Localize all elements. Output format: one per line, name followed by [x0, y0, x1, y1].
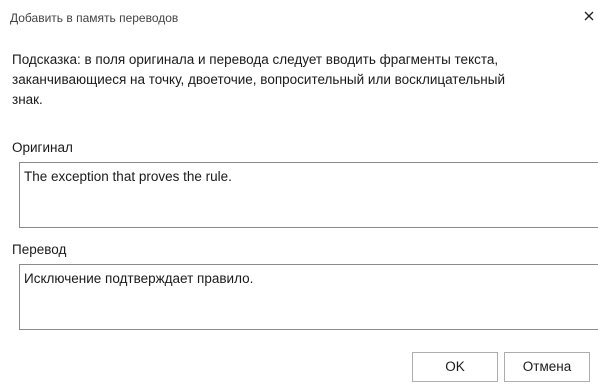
close-button[interactable]	[582, 4, 598, 28]
translation-text-field[interactable]: Исключение подтверждает правило.	[19, 264, 598, 330]
add-to-translation-memory-dialog: Добавить в память переводов Подсказка: в…	[0, 0, 598, 388]
translation-label: Перевод	[12, 242, 67, 257]
cancel-button[interactable]: Отмена	[504, 352, 590, 382]
title-bar: Добавить в память переводов	[0, 0, 598, 34]
original-label: Оригинал	[12, 140, 73, 155]
ok-button[interactable]: OK	[412, 352, 498, 382]
dialog-title: Добавить в память переводов	[10, 11, 179, 25]
close-icon	[584, 11, 594, 21]
hint-line: заканчивающиеся на точку, двоеточие, воп…	[12, 72, 506, 87]
hint-line: Подсказка: в поля оригинала и перевода с…	[12, 52, 499, 67]
hint-text: Подсказка: в поля оригинала и перевода с…	[12, 50, 582, 110]
original-text-field[interactable]: The exception that proves the rule.	[19, 162, 598, 228]
hint-line: знак.	[12, 92, 43, 107]
